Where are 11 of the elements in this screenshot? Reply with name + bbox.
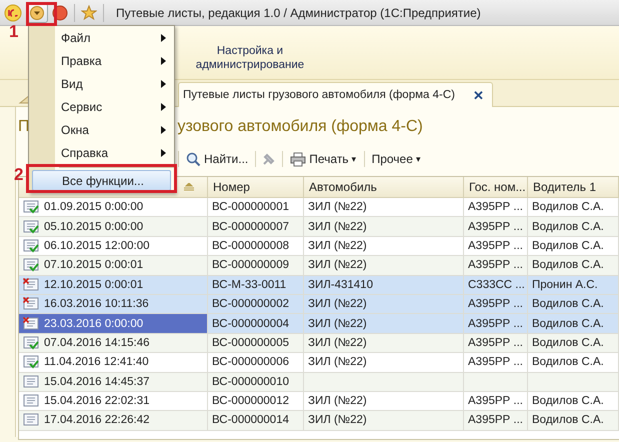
table-cell: ВС-000000014: [208, 411, 304, 431]
table-cell: ЗИЛ (№22): [304, 411, 464, 431]
window-title: Путевые листы, редакция 1.0 / Администратор (1С:Предприятие): [116, 6, 481, 20]
table-cell: 17.04.2016 22:26:42: [19, 411, 208, 431]
annotation-number: 1: [9, 23, 18, 40]
form-title: узового автомобиля (форма 4-С): [178, 118, 423, 136]
table-cell: А395РР ...: [464, 411, 528, 431]
annotation-number: 2: [14, 166, 24, 183]
table-cell: Водилов С.А.: [528, 411, 619, 431]
table-cell: 23.03.2016 0:00:00: [19, 314, 208, 334]
form-title: П: [18, 118, 30, 136]
